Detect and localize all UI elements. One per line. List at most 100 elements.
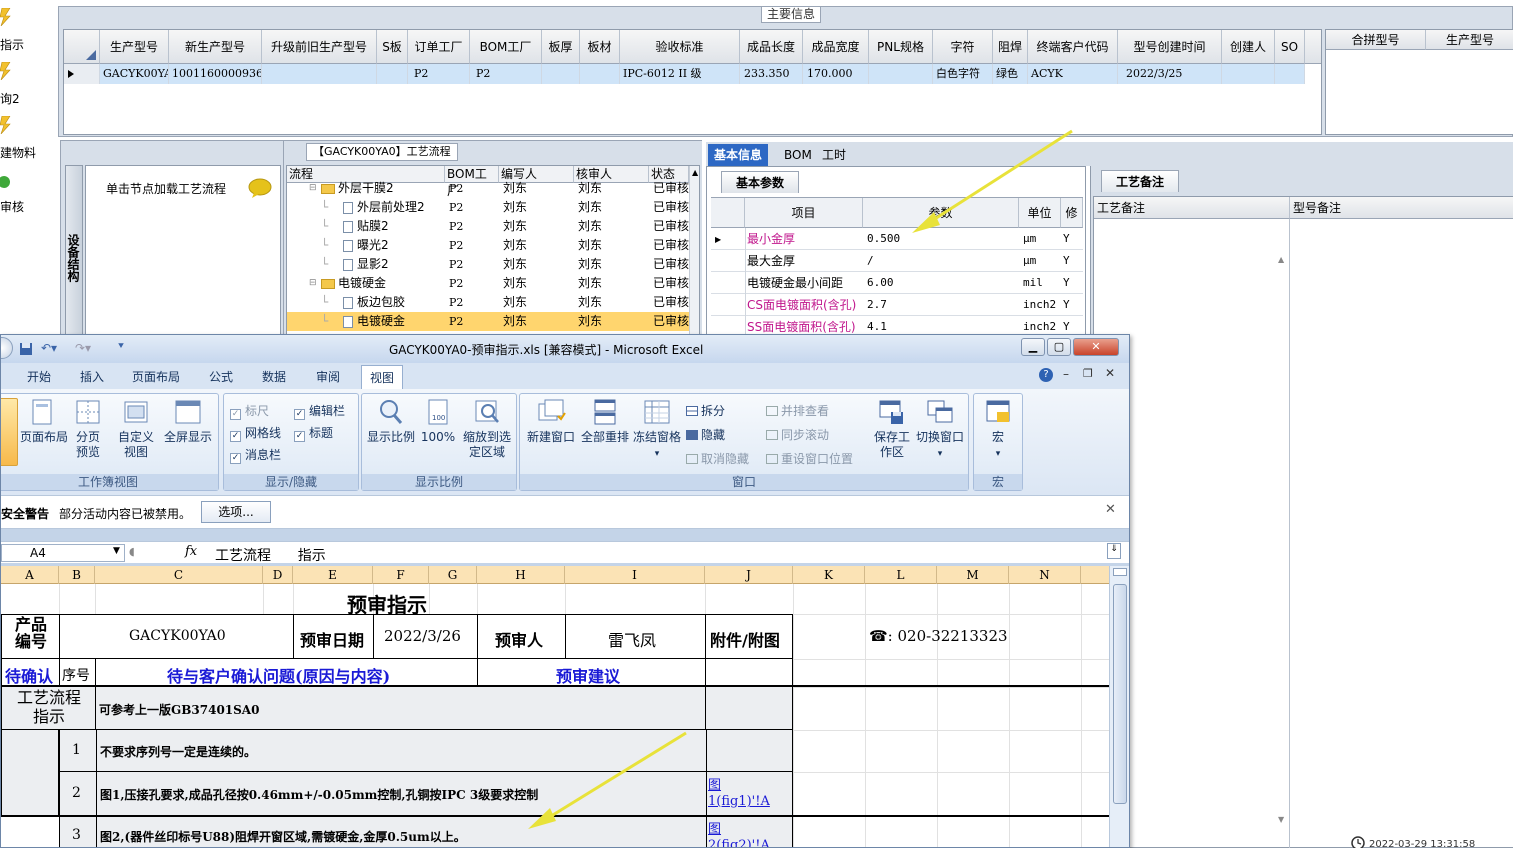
tab-work-hours[interactable]: 工时 [816,144,852,166]
col-header[interactable]: 订单工厂 [408,30,470,64]
column-header-a[interactable]: A [1,566,59,584]
hide-window-button[interactable]: 隐藏 [686,426,725,443]
ribbon-tab-formulas[interactable]: 公式 [209,368,233,385]
save-workspace-button[interactable]: 保存工作区 [872,398,912,460]
ribbon-tab-home[interactable]: 开始 [27,368,51,385]
tree-row[interactable]: └ 电镀硬金 P2 刘东 刘东 已审核 [287,312,699,331]
tree-row[interactable]: └ 曝光2 P2 刘东 刘东 已审核 [287,236,699,255]
pending-label[interactable]: 待确认 [5,663,53,685]
product-no-label[interactable]: 产品编号 [13,616,49,650]
freeze-panes-button[interactable]: 冻结窗格 ▾ [632,398,682,462]
table-cell[interactable]: P2 [470,64,542,84]
unhide-window-button[interactable]: 取消隐藏 [686,450,749,467]
redo-icon[interactable]: ↷▾ [75,341,91,355]
zoom-button[interactable]: 显示比例 [366,398,416,445]
macros-button[interactable]: 宏 ▾ [978,398,1018,462]
tab-bom[interactable]: BOM [778,144,818,166]
table-cell[interactable]: 绿色 [993,64,1028,84]
table-cell[interactable] [580,64,620,84]
table-cell[interactable]: 白色字符 [933,64,993,84]
customize-quick-access-icon[interactable]: ⯆ [117,341,125,352]
tab-process-remarks[interactable]: 工艺备注 [1101,170,1180,192]
ribbon-tab-insert[interactable]: 插入 [80,368,104,385]
ribbon-minimize-icon[interactable]: – [1063,367,1069,381]
arrange-all-button[interactable]: 全部重排 [580,398,630,445]
expand-formula-icon[interactable]: ⇓ [1107,543,1121,559]
col-header[interactable]: S板 [377,30,408,64]
issue-row[interactable]: 3 图2,(器件丝印标号U88)阻焊开窗区域,需镀硬金,金厚0.5um以上。 图 2(… [59,816,793,847]
insert-function-icon[interactable]: fx [185,544,197,559]
tree-row[interactable]: └ 显影2 P2 刘东 刘东 已审核 [287,255,699,274]
split-button[interactable]: 拆分 [686,402,725,419]
process-flow-text[interactable]: 可参考上一版GB37401SA0 [99,701,259,718]
col-header[interactable]: 合拼型号 [1326,30,1426,50]
col-header[interactable]: 字符 [933,30,993,64]
formula-bar-checkbox[interactable]: ✓ 编辑栏 [294,402,345,420]
column-header-d[interactable]: D [263,566,293,584]
formula-input[interactable]: 工艺流程 指示 [215,545,326,565]
sync-scroll-button[interactable]: 同步滚动 [766,426,829,443]
column-header-b[interactable]: B [59,566,95,584]
ribbon-tab-page-layout[interactable]: 页面布局 [132,368,180,385]
table-cell[interactable]: 10011600009369 [169,64,262,84]
table-cell[interactable] [1222,64,1275,84]
table-cell[interactable]: ACYK [1028,64,1118,84]
seq-label[interactable]: 序号 [62,665,90,685]
worksheet[interactable]: 预审指示 产品编号 GACYK00YA0 预审日期 2022/3/26 预审人 … [1,584,1109,847]
view-side-by-side-button[interactable]: 并排查看 [766,402,829,419]
param-row[interactable]: 电镀硬金最小间距 6.00 mil Y [711,272,1083,294]
excel-window[interactable]: ↶▾ ↷▾ ⯆ GACYK00YA0-预审指示.xls [兼容模式] - Mic… [0,334,1130,848]
col-header[interactable]: 工艺备注 [1094,197,1290,219]
col-header[interactable]: 升级前旧生产型号 [262,30,377,64]
scroll-down-icon[interactable]: ▼ [1278,815,1284,824]
col-header[interactable]: 参数 [863,198,1019,228]
ribbon-tab-review[interactable]: 审阅 [316,368,340,385]
tree-scrollbar[interactable]: ▲ [689,166,699,340]
table-cell[interactable] [262,64,377,84]
param-row[interactable]: 最大金厚 / μm Y [711,250,1083,272]
excel-titlebar[interactable]: ↶▾ ↷▾ ⯆ GACYK00YA0-预审指示.xls [兼容模式] - Mic… [1,335,1129,363]
table-cell[interactable]: P2 [408,64,470,84]
column-header-l[interactable]: L [865,566,937,584]
ribbon-tab-view[interactable]: 视图 [361,365,404,389]
table-cell[interactable] [377,64,408,84]
tree-row[interactable]: └ 板边包胶 P2 刘东 刘东 已审核 [287,293,699,312]
custom-views-button[interactable]: 自定义视图 [116,398,156,460]
options-button[interactable]: 选项... [201,501,271,523]
switch-windows-button[interactable]: 切换窗口 ▾ [914,398,966,462]
maximize-button[interactable]: ▢ [1047,338,1071,356]
undo-icon[interactable]: ↶▾ [41,341,57,355]
ruler-checkbox[interactable]: ✓ 标尺 [230,402,269,420]
table-cell[interactable]: GACYK00YA0 [100,64,169,84]
col-header[interactable]: 项目 [745,198,863,228]
column-header-e[interactable]: E [293,566,373,584]
ribbon-restore-icon[interactable]: ❐ [1083,367,1093,380]
close-warning-icon[interactable]: ✕ [1105,502,1116,517]
col-header[interactable]: 型号备注 [1290,197,1513,219]
ribbon-close-icon[interactable]: ✕ [1105,366,1115,380]
col-header[interactable]: 修 [1061,198,1083,228]
column-header-m[interactable]: M [937,566,1009,584]
tab-basic-info[interactable]: 基本信息 [708,144,769,166]
reset-window-position-button[interactable]: 重设窗口位置 [766,450,853,467]
scroll-thumb[interactable] [1113,584,1127,804]
table-cell[interactable]: 233.350 [740,64,803,84]
issue-row[interactable]: 1 不要求序列号一定是连续的。 [59,730,793,772]
issue-header[interactable]: 待与客户确认问题(原因与内容) [167,663,390,687]
gridlines-checkbox[interactable]: ✓ 网格线 [230,424,281,442]
issue-row[interactable]: 2 图1,压接孔要求,成品孔径按0.46mm+/-0.05mm控制,孔铜按IPC … [59,772,793,816]
device-structure-tab[interactable]: 设备结构 [65,165,83,341]
col-header[interactable]: 成品宽度 [803,30,869,64]
zoom-100-button[interactable]: 100 100% [418,398,458,445]
row-indicator[interactable] [64,64,100,84]
attachment-label[interactable]: 附件/附图 [710,627,780,651]
col-header[interactable]: PNL规格 [869,30,933,64]
tree-row[interactable]: └ 外层前处理2 P2 刘东 刘东 已审核 [287,198,699,217]
col-header[interactable]: 阻焊 [993,30,1028,64]
help-icon[interactable]: ? [1039,368,1053,382]
col-header[interactable]: 成品长度 [740,30,803,64]
col-header[interactable]: 生产型号 [1426,30,1513,50]
column-header-c[interactable]: C [95,566,263,584]
page-layout-view-button[interactable]: 页面布局 [20,398,68,445]
column-header-j[interactable]: J [705,566,793,584]
